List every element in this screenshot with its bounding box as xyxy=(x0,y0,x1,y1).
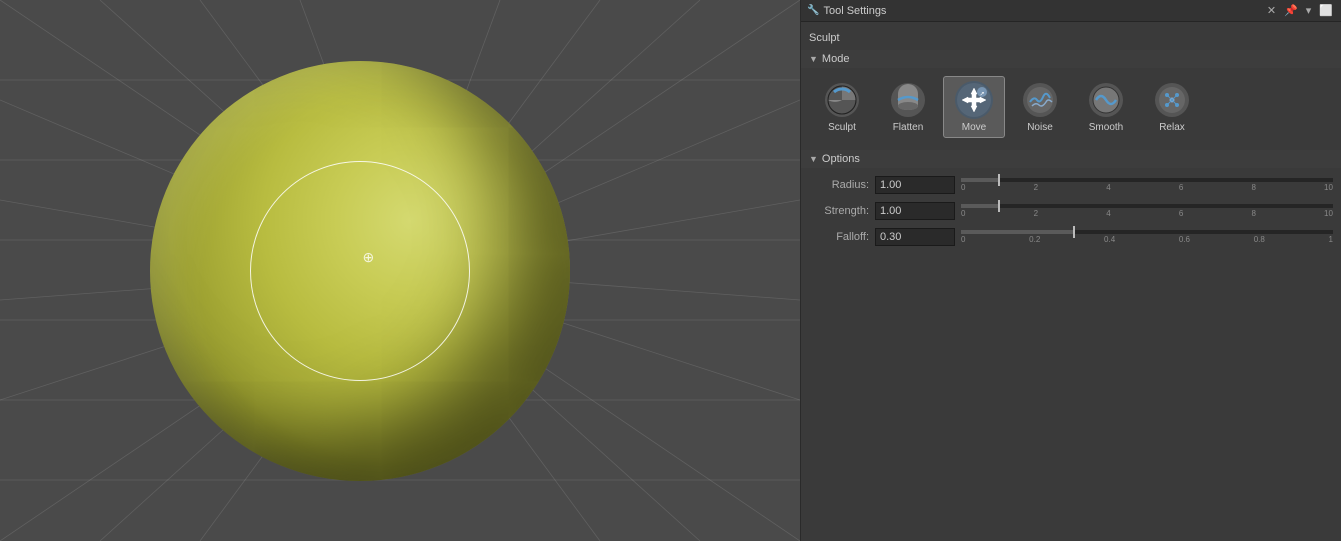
expand-panel-button[interactable]: ⬜ xyxy=(1317,4,1335,17)
options-section: ▼ Options Radius: 0 2 4 6 xyxy=(801,150,1341,250)
relax-icon xyxy=(1153,81,1191,119)
mode-collapse-arrow: ▼ xyxy=(809,54,818,64)
radius-label: Radius: xyxy=(809,179,869,191)
mode-relax[interactable]: Relax xyxy=(1141,76,1203,138)
strength-input[interactable] xyxy=(875,202,955,220)
move-icon: ↗ xyxy=(955,81,993,119)
panel-header: 🔧 Tool Settings ✕ 📌 ▾ ⬜ xyxy=(801,0,1341,22)
svg-text:↗: ↗ xyxy=(979,92,984,98)
close-panel-button[interactable]: ✕ xyxy=(1265,4,1278,17)
tool-settings-panel: 🔧 Tool Settings ✕ 📌 ▾ ⬜ Sculpt ▼ Mode xyxy=(800,0,1341,541)
falloff-input[interactable] xyxy=(875,228,955,246)
radius-slider[interactable]: 0 2 4 6 8 10 xyxy=(961,176,1333,194)
strength-slider[interactable]: 0 2 4 6 8 10 xyxy=(961,202,1333,220)
mode-move[interactable]: ↗ Move xyxy=(943,76,1005,138)
strength-label: Strength: xyxy=(809,205,869,217)
wrench-icon: 🔧 xyxy=(807,5,819,16)
mode-section-header[interactable]: ▼ Mode xyxy=(801,50,1341,68)
sculpt-label: Sculpt xyxy=(801,28,1341,50)
sphere-mesh: ⊕ xyxy=(150,61,570,481)
noise-mode-label: Noise xyxy=(1027,122,1053,133)
panel-title: Tool Settings xyxy=(823,5,1260,17)
brush-circle xyxy=(250,161,470,381)
pin-panel-button[interactable]: 📌 xyxy=(1282,4,1300,17)
sphere-object: ⊕ xyxy=(150,61,570,481)
move-mode-label: Move xyxy=(962,122,986,133)
smooth-icon xyxy=(1087,81,1125,119)
mode-noise[interactable]: Noise xyxy=(1009,76,1071,138)
radius-input[interactable] xyxy=(875,176,955,194)
mode-grid: Sculpt Flatten xyxy=(801,72,1341,146)
options-section-title: Options xyxy=(822,153,860,165)
flatten-icon xyxy=(889,81,927,119)
sculpt-icon xyxy=(823,81,861,119)
falloff-label: Falloff: xyxy=(809,231,869,243)
noise-icon xyxy=(1021,81,1059,119)
strength-row: Strength: 0 2 4 6 8 10 xyxy=(801,198,1341,224)
sculpt-mode-label: Sculpt xyxy=(828,122,856,133)
menu-panel-button[interactable]: ▾ xyxy=(1304,4,1314,17)
panel-controls: ✕ 📌 ▾ ⬜ xyxy=(1265,4,1335,17)
options-section-header[interactable]: ▼ Options xyxy=(801,150,1341,168)
smooth-mode-label: Smooth xyxy=(1089,122,1123,133)
mode-section-title: Mode xyxy=(822,53,850,65)
falloff-slider[interactable]: 0 0.2 0.4 0.6 0.8 1 xyxy=(961,228,1333,246)
falloff-row: Falloff: 0 0.2 0.4 0.6 0.8 1 xyxy=(801,224,1341,250)
mode-smooth[interactable]: Smooth xyxy=(1075,76,1137,138)
options-collapse-arrow: ▼ xyxy=(809,154,818,164)
mode-sculpt[interactable]: Sculpt xyxy=(811,76,873,138)
radius-row: Radius: 0 2 4 6 8 10 xyxy=(801,172,1341,198)
relax-mode-label: Relax xyxy=(1159,122,1185,133)
3d-viewport[interactable]: ⊕ xyxy=(0,0,800,541)
panel-body: Sculpt ▼ Mode xyxy=(801,22,1341,256)
mode-flatten[interactable]: Flatten xyxy=(877,76,939,138)
flatten-mode-label: Flatten xyxy=(893,122,924,133)
